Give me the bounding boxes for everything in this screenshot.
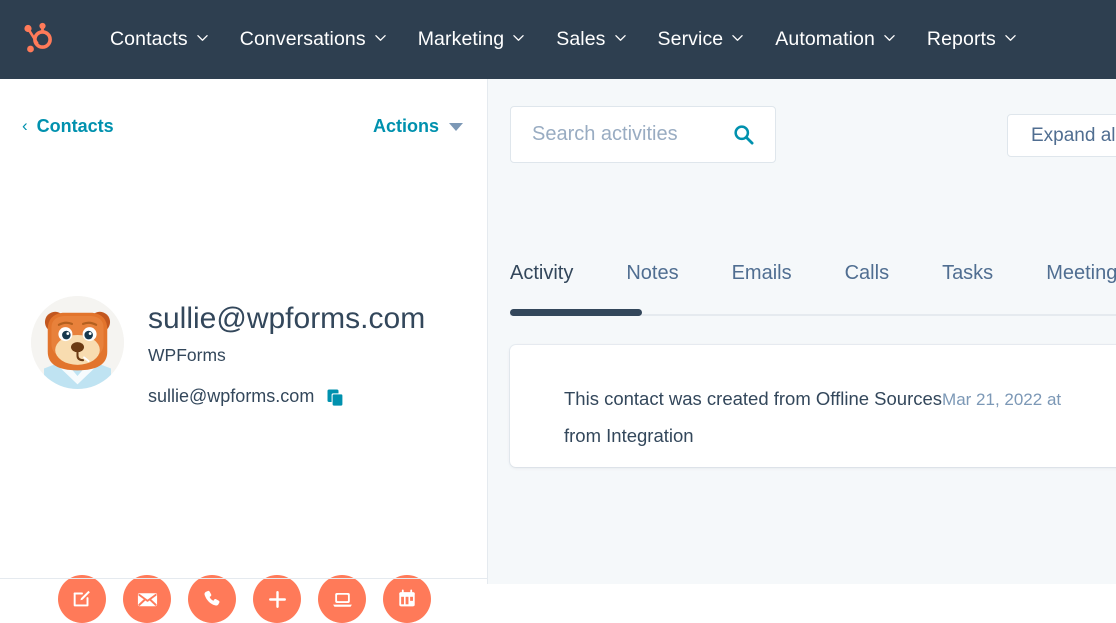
nav-item-conversations[interactable]: Conversations: [224, 0, 402, 79]
sidebar-bottom-divider: [0, 578, 487, 579]
laptop-icon: [331, 588, 354, 611]
nav-items-list: Contacts Conversations Marketing Sales S…: [72, 0, 1032, 79]
chevron-down-icon: [615, 32, 626, 43]
nav-item-label: Service: [658, 28, 724, 51]
activity-card[interactable]: This contact was created from Offline So…: [510, 345, 1116, 467]
tabs-list: Activity Notes Emails Calls Tasks Meetin…: [488, 257, 1116, 305]
chevron-down-icon: [1005, 32, 1016, 43]
top-navigation-bar: Contacts Conversations Marketing Sales S…: [0, 0, 1116, 79]
activity-timeline-panel: Expand all Activity Notes Emails Calls T…: [488, 79, 1116, 584]
search-icon[interactable]: [732, 123, 755, 146]
tab-activity[interactable]: Activity: [510, 257, 573, 285]
nav-item-label: Marketing: [418, 28, 505, 51]
expand-all-label: Expand all: [1031, 125, 1116, 147]
nav-item-label: Reports: [927, 28, 996, 51]
tab-emails[interactable]: Emails: [732, 257, 792, 285]
phone-icon: [201, 588, 223, 610]
tab-label: Tasks: [942, 262, 993, 284]
call-button[interactable]: [188, 575, 236, 623]
contact-email: sullie@wpforms.com: [148, 385, 314, 407]
tab-calls[interactable]: Calls: [845, 257, 889, 285]
actions-label: Actions: [373, 116, 439, 137]
hubspot-sprocket-logo-icon: [16, 17, 56, 62]
tab-notes[interactable]: Notes: [626, 257, 678, 285]
nav-item-marketing[interactable]: Marketing: [402, 0, 541, 79]
tab-label: Notes: [626, 262, 678, 284]
activity-line-secondary: from Integration: [564, 418, 1116, 454]
avatar: [31, 296, 124, 389]
tab-tasks[interactable]: Tasks: [942, 257, 993, 285]
search-input[interactable]: [532, 107, 726, 162]
activity-timestamp: Mar 21, 2022 at: [942, 390, 1061, 409]
chevron-down-icon: [375, 32, 386, 43]
meeting-button[interactable]: [318, 575, 366, 623]
tab-meetings[interactable]: Meetings: [1046, 257, 1116, 285]
contact-identity-block: sullie@wpforms.com WPForms sullie@wpform…: [0, 294, 487, 407]
caret-down-icon: [449, 123, 463, 131]
quick-action-button-row: [0, 575, 487, 623]
active-tab-indicator: [510, 309, 642, 316]
chevron-down-icon: [884, 32, 895, 43]
activity-line-primary: This contact was created from Offline So…: [564, 381, 1116, 418]
contact-name: sullie@wpforms.com: [148, 298, 433, 340]
activity-text: This contact was created from Offline So…: [564, 388, 942, 409]
nav-item-label: Contacts: [110, 28, 188, 51]
log-activity-button[interactable]: [253, 575, 301, 623]
contact-sidebar-panel: ‹ Contacts Actions: [0, 79, 488, 584]
search-activities-box[interactable]: [510, 106, 776, 163]
nav-item-label: Sales: [556, 28, 605, 51]
contact-email-row: sullie@wpforms.com: [148, 385, 433, 407]
nav-item-sales[interactable]: Sales: [540, 0, 641, 79]
activity-tabs: Activity Notes Emails Calls Tasks Meetin…: [488, 257, 1116, 319]
copy-icon[interactable]: [327, 389, 344, 407]
expand-all-button[interactable]: Expand all: [1007, 114, 1116, 157]
nav-item-label: Automation: [775, 28, 875, 51]
nav-item-label: Conversations: [240, 28, 366, 51]
chevron-down-icon: [513, 32, 524, 43]
hubspot-logo-button[interactable]: [0, 0, 72, 79]
chevron-left-icon: ‹: [22, 117, 28, 134]
nav-item-automation[interactable]: Automation: [759, 0, 911, 79]
sidebar-header: ‹ Contacts Actions: [0, 106, 487, 146]
email-icon: [136, 588, 159, 611]
plus-icon: [266, 588, 289, 611]
note-button[interactable]: [58, 575, 106, 623]
breadcrumb-back-to-contacts[interactable]: ‹ Contacts: [22, 116, 114, 137]
nav-item-reports[interactable]: Reports: [911, 0, 1032, 79]
bear-mascot-avatar-icon: [31, 296, 124, 389]
chevron-down-icon: [732, 32, 743, 43]
task-button[interactable]: [383, 575, 431, 623]
tab-label: Activity: [510, 262, 573, 284]
contact-company: WPForms: [148, 343, 433, 367]
tab-label: Calls: [845, 262, 889, 284]
note-edit-icon: [71, 588, 93, 610]
nav-item-service[interactable]: Service: [642, 0, 760, 79]
contact-text-block: sullie@wpforms.com WPForms sullie@wpform…: [148, 294, 433, 407]
activity-search-row: Expand all: [510, 106, 1116, 164]
nav-item-contacts[interactable]: Contacts: [72, 0, 224, 79]
tab-label: Emails: [732, 262, 792, 284]
calendar-icon: [396, 588, 418, 610]
chevron-down-icon: [197, 32, 208, 43]
actions-dropdown-button[interactable]: Actions: [373, 116, 463, 137]
breadcrumb-label: Contacts: [37, 116, 114, 137]
tab-label: Meetings: [1046, 262, 1116, 284]
email-button[interactable]: [123, 575, 171, 623]
